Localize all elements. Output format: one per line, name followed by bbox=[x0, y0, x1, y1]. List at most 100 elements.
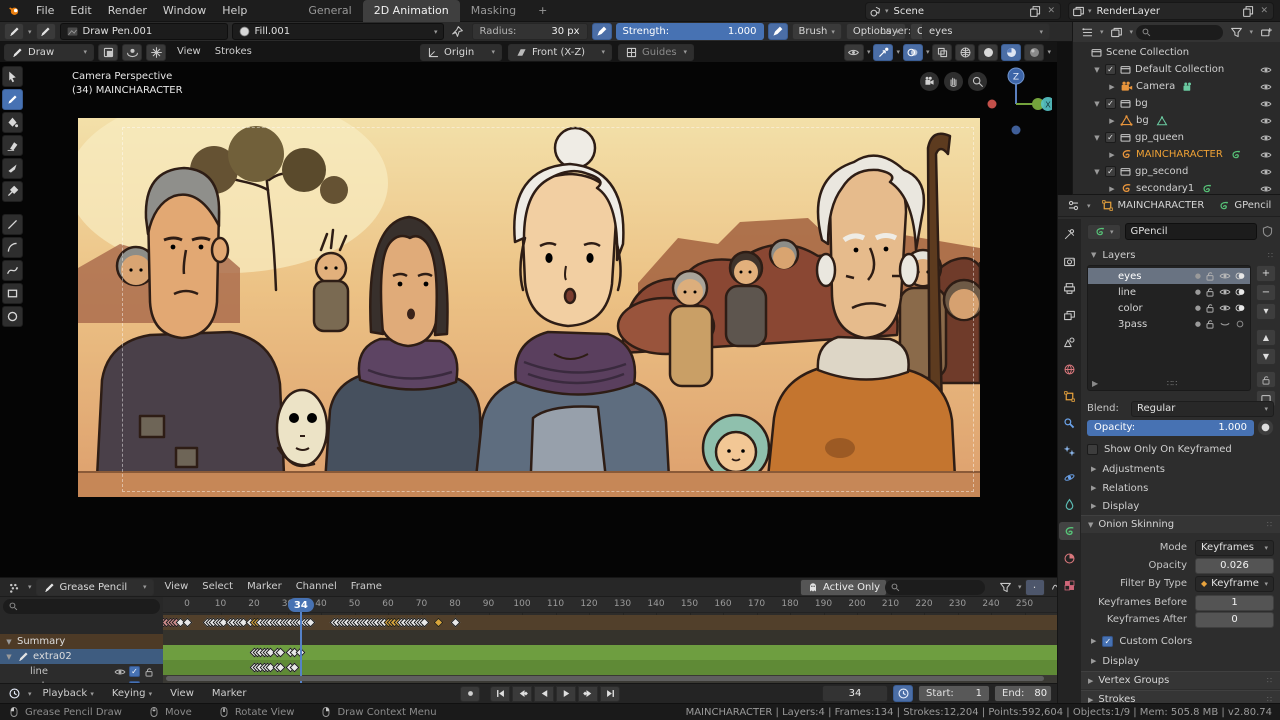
move-layer-up-button[interactable]: ▲ bbox=[1256, 329, 1276, 346]
outliner-row[interactable]: ▼✓gp_second bbox=[1073, 163, 1280, 180]
current-frame-badge[interactable]: 34 bbox=[288, 598, 314, 612]
draw-tool[interactable] bbox=[2, 89, 23, 110]
eye-icon[interactable] bbox=[1219, 270, 1231, 282]
erase-tool[interactable] bbox=[2, 135, 23, 156]
expand-icon[interactable]: ▼ bbox=[4, 653, 14, 661]
drawing-canvas[interactable] bbox=[78, 118, 980, 497]
onion-opacity-field[interactable]: 0.026 bbox=[1195, 558, 1274, 574]
move-layer-down-button[interactable]: ▼ bbox=[1256, 348, 1276, 365]
onion-display-panel-header[interactable]: ▶Display bbox=[1091, 653, 1274, 669]
camera-view-icon[interactable] bbox=[920, 72, 939, 91]
material-selector[interactable]: Fill.001 ▾ bbox=[232, 23, 444, 40]
outliner-item-label[interactable]: bg bbox=[1136, 115, 1149, 126]
workspace-tab[interactable]: 2D Animation bbox=[363, 0, 460, 22]
shading-rendered-button[interactable] bbox=[1024, 44, 1044, 61]
outliner-item-label[interactable]: bg bbox=[1135, 98, 1148, 109]
dopesheet-search-input[interactable] bbox=[885, 580, 985, 595]
playhead[interactable] bbox=[300, 610, 302, 683]
outliner-row[interactable]: ▶ secondary1 bbox=[1073, 180, 1280, 195]
hide-in-viewport-icon[interactable] bbox=[1260, 132, 1272, 144]
proportional-edit-icon[interactable]: · bbox=[1025, 579, 1045, 596]
pin-material-icon[interactable] bbox=[448, 23, 468, 40]
outliner-search-input[interactable] bbox=[1136, 25, 1223, 40]
workspace-tab[interactable]: General bbox=[297, 0, 362, 22]
lock-icon[interactable] bbox=[1204, 318, 1216, 330]
onion-skin-icon[interactable] bbox=[1234, 270, 1246, 282]
filter-dropdown[interactable] bbox=[1226, 24, 1246, 41]
layer-opacity-slider[interactable]: Opacity:1.000 bbox=[1087, 420, 1254, 436]
properties-tab-tool[interactable] bbox=[1059, 225, 1080, 243]
custom-colors-row[interactable]: ▶ ✓ Custom Colors bbox=[1091, 633, 1274, 649]
marker-menu[interactable]: Marker bbox=[205, 684, 254, 704]
display-mode-dropdown[interactable] bbox=[1077, 24, 1097, 41]
onion-mode-dropdown[interactable]: Keyframes▾ bbox=[1195, 540, 1274, 556]
custom-colors-checkbox[interactable]: ✓ bbox=[1102, 636, 1113, 647]
scene-selector[interactable]: ▾ Scene ✕ bbox=[865, 2, 1061, 20]
hide-in-viewport-icon[interactable] bbox=[1260, 115, 1272, 127]
mask-dot-icon[interactable]: ● bbox=[1195, 304, 1201, 312]
brush-preview-dropdown[interactable] bbox=[4, 23, 24, 40]
menu-item[interactable]: Render bbox=[100, 0, 155, 22]
show-only-keyframed-checkbox[interactable] bbox=[1087, 444, 1098, 455]
jump-to-end-button[interactable] bbox=[600, 686, 620, 702]
radius-pressure-toggle[interactable] bbox=[592, 23, 612, 40]
hide-in-viewport-icon[interactable] bbox=[1260, 98, 1272, 110]
mode-dropdown[interactable]: Draw ▾ bbox=[4, 44, 94, 61]
lock-icon[interactable] bbox=[143, 666, 155, 678]
onion-skinning-panel-header[interactable]: ▼Onion Skinning∷ bbox=[1081, 515, 1280, 533]
properties-tab-texture[interactable] bbox=[1059, 576, 1080, 594]
datablock-name-field[interactable]: GPencil bbox=[1125, 223, 1257, 240]
strength-pressure-toggle[interactable] bbox=[768, 23, 788, 40]
view-layer-selector[interactable]: ▾ RenderLayer ✕ bbox=[1068, 2, 1274, 20]
strength-slider[interactable]: Strength: 1.000 bbox=[616, 23, 764, 40]
properties-tab-physics[interactable] bbox=[1059, 468, 1080, 486]
properties-tab-output[interactable] bbox=[1059, 279, 1080, 297]
eye-icon[interactable] bbox=[114, 666, 126, 678]
shading-material-button[interactable] bbox=[1001, 44, 1021, 61]
channel-search-input[interactable] bbox=[3, 599, 160, 614]
active-brush-icon-button[interactable] bbox=[36, 23, 56, 40]
channel-summary[interactable]: ▼Summary bbox=[0, 634, 163, 649]
menu-item[interactable]: File bbox=[28, 0, 62, 22]
view-menu[interactable]: View bbox=[163, 684, 201, 704]
new-scene-icon[interactable] bbox=[1029, 5, 1042, 18]
multiframe-icon[interactable] bbox=[122, 44, 142, 61]
collection-checkbox[interactable]: ✓ bbox=[1105, 64, 1116, 75]
outliner-item-label[interactable]: secondary1 bbox=[1136, 183, 1194, 194]
outliner-row[interactable]: ▶bg bbox=[1073, 112, 1280, 129]
properties-tab-object[interactable] bbox=[1059, 387, 1080, 405]
menu-item[interactable]: Help bbox=[214, 0, 255, 22]
display-panel-header[interactable]: ▶Display bbox=[1091, 498, 1274, 514]
hide-in-viewport-icon[interactable] bbox=[1260, 81, 1272, 93]
move-view-icon[interactable] bbox=[944, 72, 963, 91]
lock-icon[interactable] bbox=[1204, 270, 1216, 282]
add-layer-button[interactable]: + bbox=[1256, 265, 1276, 282]
eye-icon[interactable] bbox=[1219, 302, 1231, 314]
lock-icon[interactable] bbox=[1204, 302, 1216, 314]
outliner-row[interactable]: ▼✓bg bbox=[1073, 95, 1280, 112]
hide-in-viewport-icon[interactable] bbox=[1260, 183, 1272, 195]
mask-dot-icon[interactable]: ● bbox=[1195, 320, 1201, 328]
viewport-menu-item[interactable]: Strokes bbox=[208, 42, 259, 62]
collection-checkbox[interactable]: ✓ bbox=[1105, 98, 1116, 109]
radius-field[interactable]: Radius: 30 px bbox=[472, 23, 588, 40]
remove-layer-button[interactable]: − bbox=[1256, 284, 1276, 301]
expand-icon[interactable]: ▶ bbox=[1107, 185, 1117, 193]
resize-grip-icon[interactable]: ∷∷ bbox=[1167, 379, 1177, 388]
record-button[interactable] bbox=[460, 686, 480, 702]
next-keyframe-button[interactable] bbox=[578, 686, 598, 702]
properties-tab-material[interactable] bbox=[1059, 549, 1080, 567]
outliner-item-label[interactable]: Scene Collection bbox=[1106, 47, 1189, 58]
viewport-menu-item[interactable]: View bbox=[170, 42, 208, 62]
properties-tab-scene[interactable] bbox=[1059, 333, 1080, 351]
viewport[interactable]: Draw ▾ ViewStrokes Origin▾ Front (X-Z)▾ … bbox=[0, 42, 1057, 577]
dopesheet-mode-dropdown[interactable]: Grease Pencil▾ bbox=[36, 579, 154, 596]
outliner-item-label[interactable]: MAINCHARACTER bbox=[1136, 149, 1223, 160]
onion-skin-icon[interactable] bbox=[1234, 318, 1246, 330]
stroke-placement-dropdown[interactable]: Origin▾ bbox=[420, 44, 502, 61]
unlink-scene-icon[interactable]: ✕ bbox=[1045, 6, 1057, 16]
outliner-row[interactable]: ▶Camera bbox=[1073, 78, 1280, 95]
play-reverse-button[interactable] bbox=[534, 686, 554, 702]
end-frame-field[interactable]: End:80 bbox=[994, 685, 1052, 702]
outliner-item-label[interactable]: gp_queen bbox=[1135, 132, 1184, 143]
